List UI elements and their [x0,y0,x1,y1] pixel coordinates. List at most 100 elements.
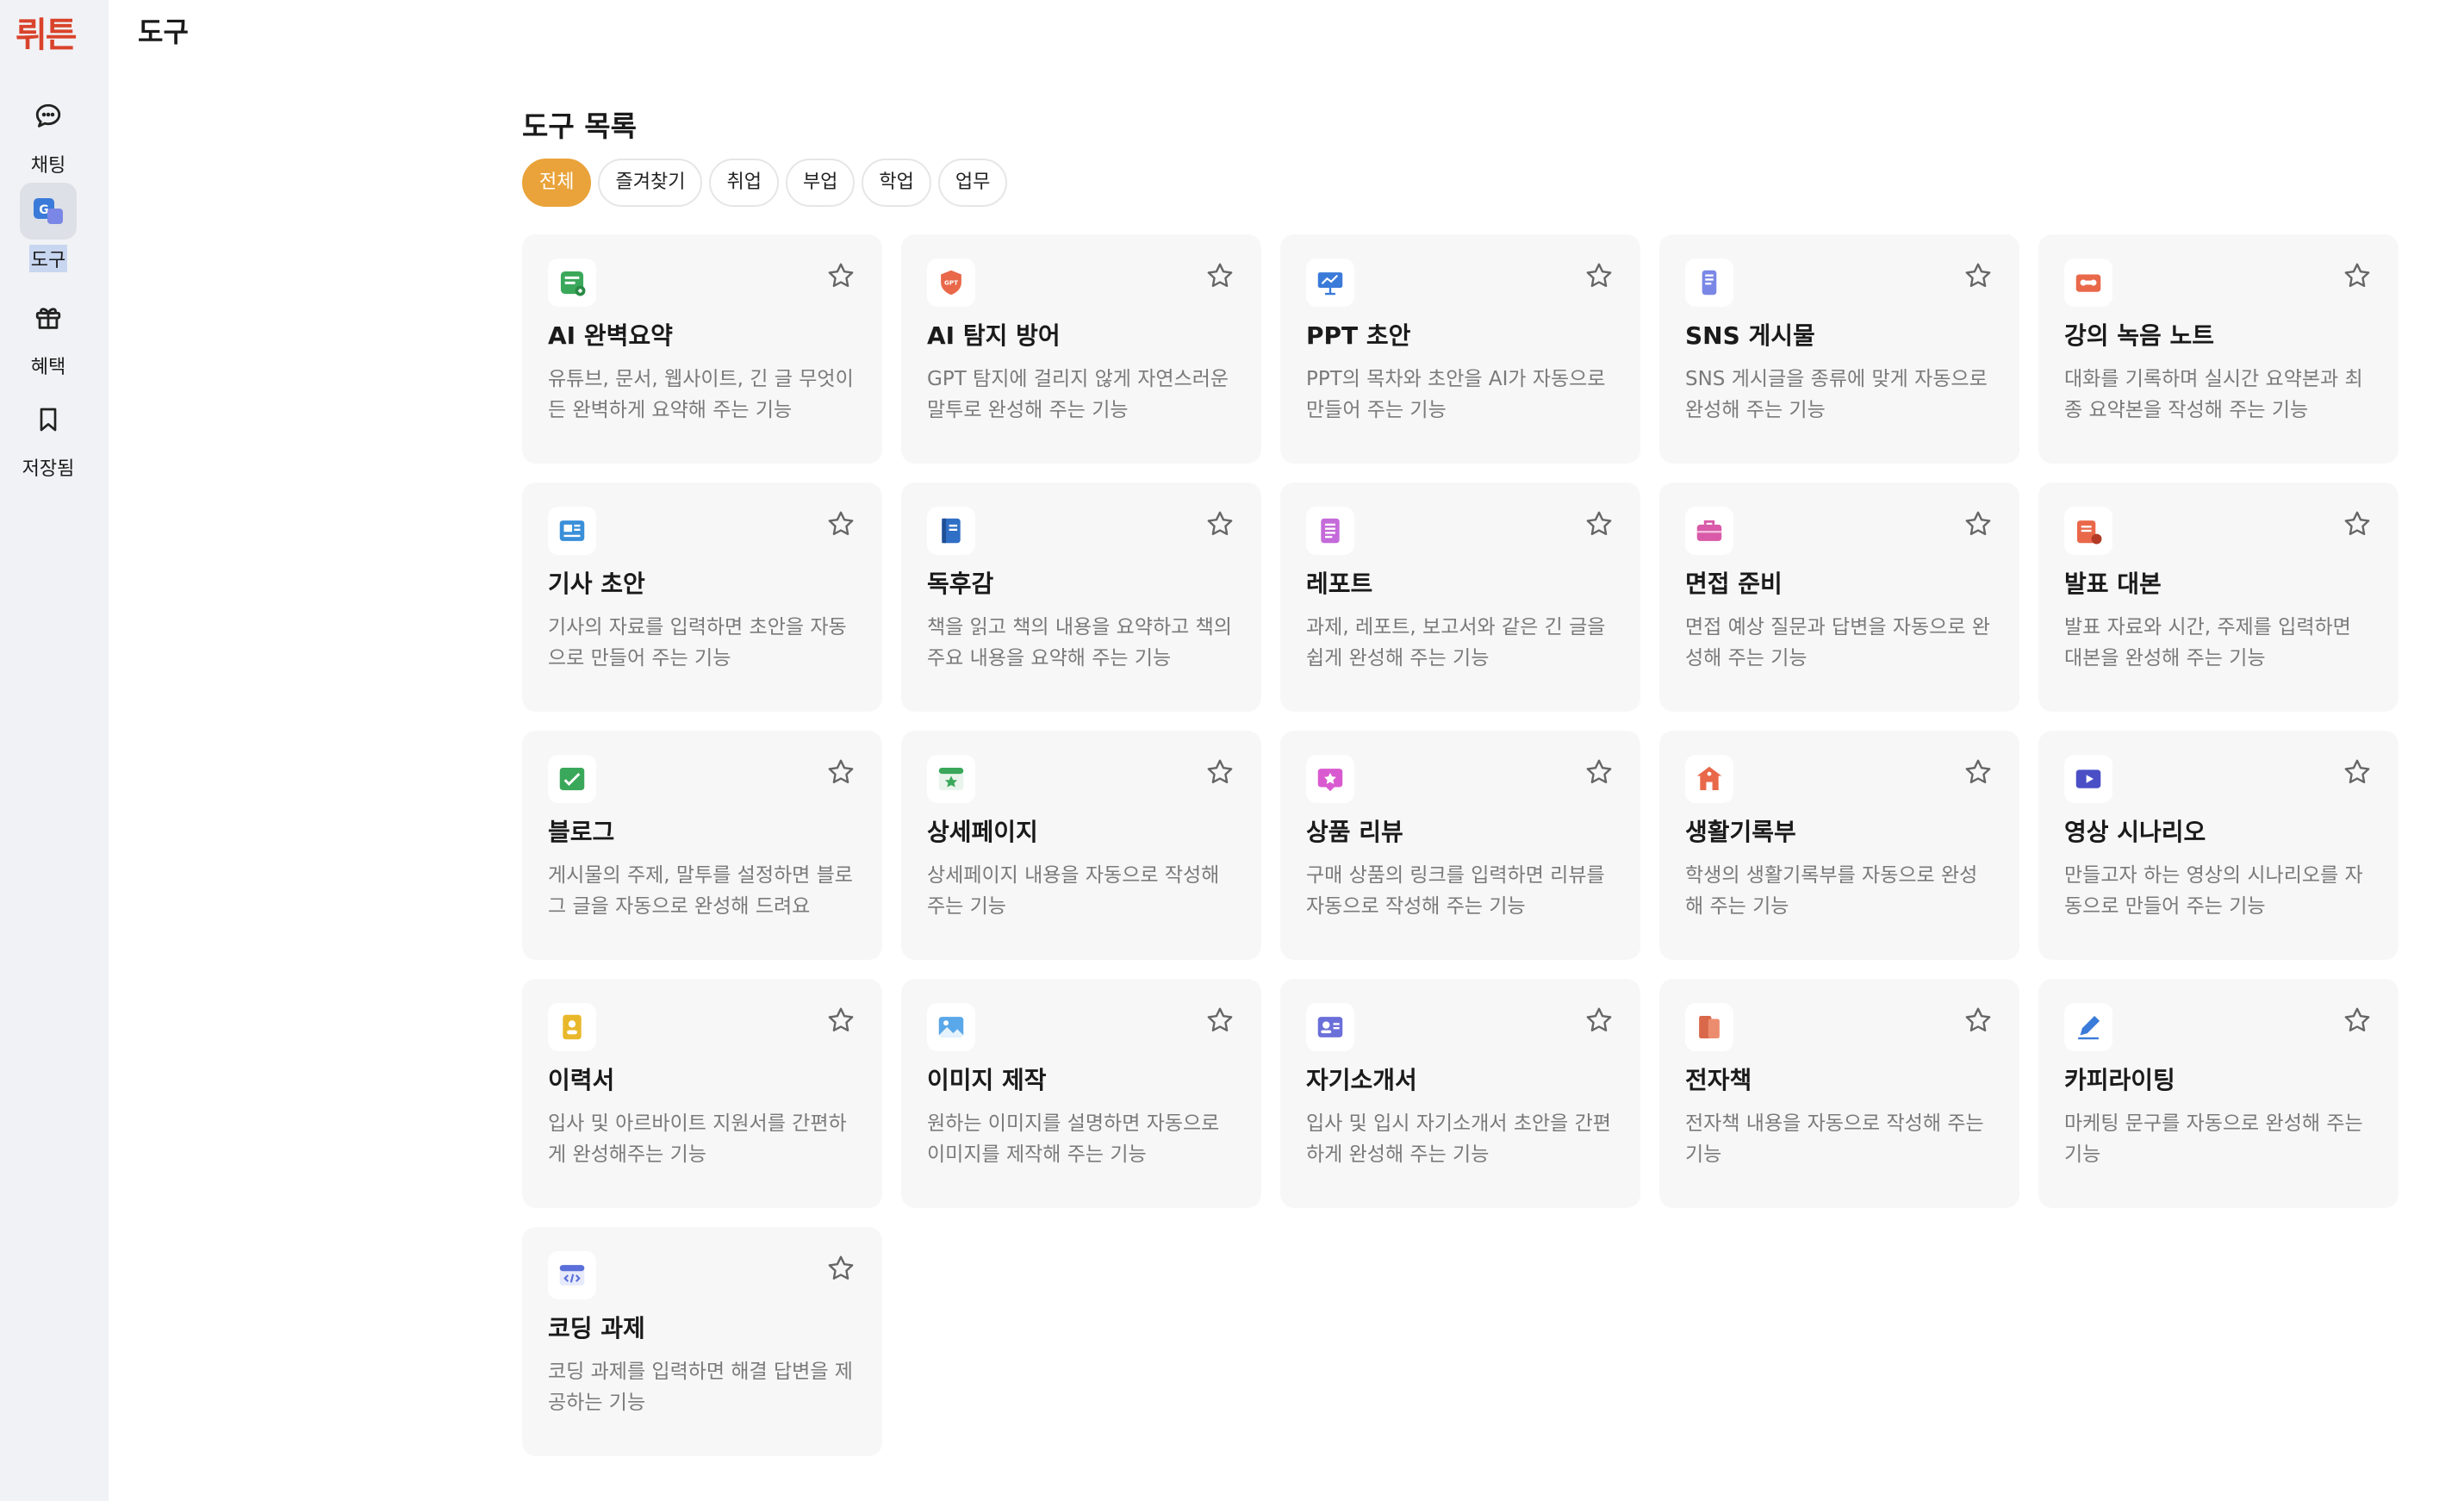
tool-card-description: 전자책 내용을 자동으로 작성해 주는 기능 [1685,1112,1984,1166]
tool-card[interactable]: 전자책전자책 내용을 자동으로 작성해 주는 기능 [1659,979,2019,1208]
tool-card-title: 카피라이팅 [2064,1066,2175,1094]
tool-card-title: 코딩 과제 [548,1314,645,1342]
tool-card[interactable]: 독후감 책을 읽고 책의 내용을 요약하고 책의 주요 내용을 요약해 주는 기능 [901,483,1261,712]
tool-card[interactable]: 자기소개서 입사 및 입시 자기소개서 초안을 간편하게 완성해 주는 기능 [1280,979,1640,1208]
tool-card-description: 만들고자 하는 영상의 시나리오를 자동으로 만들어 주는 기능 [2064,864,2363,918]
star-favorite-icon[interactable] [1204,1005,1235,1036]
sidebar-item-label: 채팅 [30,155,66,177]
tool-card-description: 기사의 자료를 입력하면 초안을 자동으로 만들어 주는 기능 [548,616,847,670]
sidebar-item-benefits[interactable]: 혜택 [0,290,96,379]
tool-card-title: AI 탐지 방어 [927,321,1061,350]
star-favorite-icon[interactable] [1204,508,1235,539]
summary-icon [548,258,596,307]
tool-card-title: 상품 리뷰 [1306,818,1403,846]
star-favorite-icon[interactable] [825,757,856,788]
filter-chip-favorites[interactable]: 즐겨찾기 [598,159,703,207]
star-favorite-icon[interactable] [1963,1005,1994,1036]
star-favorite-icon[interactable] [1963,757,1994,788]
book-icon [927,507,975,555]
tool-card-title: 독후감 [927,570,994,598]
star-favorite-icon[interactable] [1204,757,1235,788]
chat-bubble-icon [20,88,77,145]
tool-card-grid: AI 완벽요약 유튜브, 문서, 웹사이트, 긴 글 무엇이든 완벽하게 요약해 … [522,234,2399,1456]
tool-card[interactable]: 레포트 과제, 레포트, 보고서와 같은 긴 글을 쉽게 완성해 주는 기능 [1280,483,1640,712]
tool-card-title: 이력서 [548,1066,615,1094]
sidebar-item-label: 도구 [28,245,68,272]
sidebar: 뤼튼 채팅 G 도구 혜택 저장됨 [0,0,109,1501]
star-favorite-icon[interactable] [825,1253,856,1284]
filter-chip-employment[interactable]: 취업 [709,159,779,207]
filter-chips: 전체 즐겨찾기 취업 부업 학업 업무 [522,159,1008,207]
tool-card[interactable]: 블로그 게시물의 주제, 말투를 설정하면 블로그 글을 자동으로 완성해 드려요 [522,731,882,960]
tool-card-description: 발표 자료와 시간, 주제를 입력하면 대본을 완성해 주는 기능 [2064,616,2351,670]
sidebar-item-chat[interactable]: 채팅 [0,88,96,178]
tool-card-description: GPT 탐지에 걸리지 않게 자연스러운 말투로 완성해 주는 기능 [927,368,1229,421]
phone-icon [1685,258,1733,307]
tool-card-title: 면접 준비 [1685,570,1783,598]
tool-card[interactable]: PPT 초안 PPT의 목차와 초안을 AI가 자동으로 만들어 주는 기능 [1280,234,1640,464]
tool-card-description: 과제, 레포트, 보고서와 같은 긴 글을 쉽게 완성해 주는 기능 [1306,616,1606,670]
star-favorite-icon[interactable] [825,1005,856,1036]
star-favorite-icon[interactable] [1963,508,1994,539]
star-favorite-icon[interactable] [1584,508,1615,539]
tool-card[interactable]: 이력서입사 및 아르바이트 지원서를 간편하게 완성해주는 기능 [522,979,882,1208]
tool-card-title: 자기소개서 [1306,1066,1417,1094]
section-title: 도구 목록 [522,109,637,143]
tool-card-description: 입사 및 아르바이트 지원서를 간편하게 완성해주는 기능 [548,1112,847,1166]
filter-chip-work[interactable]: 업무 [937,159,1008,207]
filter-chip-side-job[interactable]: 부업 [785,159,856,207]
app-logo[interactable]: 뤼튼 [16,7,78,57]
star-favorite-icon[interactable] [1204,260,1235,291]
tool-card-description: PPT의 목차와 초안을 AI가 자동으로 만들어 주는 기능 [1306,368,1606,421]
tool-card[interactable]: SNS 게시물 SNS 게시글을 종류에 맞게 자동으로 완성해 주는 기능 [1659,234,2019,464]
tool-card[interactable]: 이미지 제작 원하는 이미지를 설명하면 자동으로 이미지를 제작해 주는 기능 [901,979,1261,1208]
tool-card-title: 전자책 [1685,1066,1752,1094]
tool-card[interactable]: AI 완벽요약 유튜브, 문서, 웹사이트, 긴 글 무엇이든 완벽하게 요약해 … [522,234,882,464]
tool-card-title: 이미지 제작 [927,1066,1047,1094]
tool-card[interactable]: 코딩 과제 코딩 과제를 입력하면 해결 답변을 제공하는 기능 [522,1227,882,1456]
tool-card-description: 마케팅 문구를 자동으로 완성해 주는 기능 [2064,1112,2363,1166]
tool-card-title: 기사 초안 [548,570,645,598]
star-favorite-icon[interactable] [2342,508,2373,539]
gift-icon [20,290,77,346]
briefcase-icon [1685,507,1733,555]
star-favorite-icon[interactable] [825,260,856,291]
star-favorite-icon[interactable] [1584,260,1615,291]
code-icon [548,1251,596,1299]
tool-card[interactable]: 강의 녹음 노트 대화를 기록하며 실시간 요약본과 최종 요약본을 작성해 주는… [2038,234,2399,464]
tool-card[interactable]: 생활기록부 학생의 생활기록부를 자동으로 완성해 주는 기능 [1659,731,2019,960]
star-favorite-icon[interactable] [1584,757,1615,788]
tool-card[interactable]: 발표 대본 발표 자료와 시간, 주제를 입력하면 대본을 완성해 주는 기능 [2038,483,2399,712]
review-icon [1306,755,1354,803]
star-favorite-icon[interactable] [2342,757,2373,788]
tool-card-title: PPT 초안 [1306,321,1411,350]
tool-card[interactable]: 기사 초안기사의 자료를 입력하면 초안을 자동으로 만들어 주는 기능 [522,483,882,712]
star-favorite-icon[interactable] [1963,260,1994,291]
filter-chip-study[interactable]: 학업 [862,159,931,207]
svg-text:GPT: GPT [944,278,958,286]
tool-card-description: 유튜브, 문서, 웹사이트, 긴 글 무엇이든 완벽하게 요약해 주는 기능 [548,368,854,421]
tool-card-title: 생활기록부 [1685,818,1796,846]
star-favorite-icon[interactable] [825,508,856,539]
resume-icon [548,1003,596,1051]
star-favorite-icon[interactable] [1584,1005,1615,1036]
tool-card-title: 상세페이지 [927,818,1038,846]
filter-chip-all[interactable]: 전체 [522,159,592,207]
star-favorite-icon[interactable] [2342,1005,2373,1036]
sidebar-item-saved[interactable]: 저장됨 [0,391,96,481]
tool-card[interactable]: GPT AI 탐지 방어 GPT 탐지에 걸리지 않게 자연스러운 말투로 완성해 … [901,234,1261,464]
tool-card[interactable]: 상품 리뷰 구매 상품의 링크를 입력하면 리뷰를 자동으로 작성해 주는 기능 [1280,731,1640,960]
tool-card-title: 블로그 [548,818,615,846]
script-icon [2064,507,2112,555]
tool-card[interactable]: 면접 준비 면접 예상 질문과 답변을 자동으로 완성해 주는 기능 [1659,483,2019,712]
report-icon [1306,507,1354,555]
sidebar-item-tools[interactable]: G 도구 [0,183,96,272]
tool-card-title: 영상 시나리오 [2064,818,2206,846]
image-icon [927,1003,975,1051]
tool-card[interactable]: 상세페이지상세페이지 내용을 자동으로 작성해 주는 기능 [901,731,1261,960]
tool-card[interactable]: 카피라이팅마케팅 문구를 자동으로 완성해 주는 기능 [2038,979,2399,1208]
tool-card[interactable]: 영상 시나리오만들고자 하는 영상의 시나리오를 자동으로 만들어 주는 기능 [2038,731,2399,960]
tool-card-description: 상세페이지 내용을 자동으로 작성해 주는 기능 [927,864,1220,918]
star-favorite-icon[interactable] [2342,260,2373,291]
ebook-icon [1685,1003,1733,1051]
